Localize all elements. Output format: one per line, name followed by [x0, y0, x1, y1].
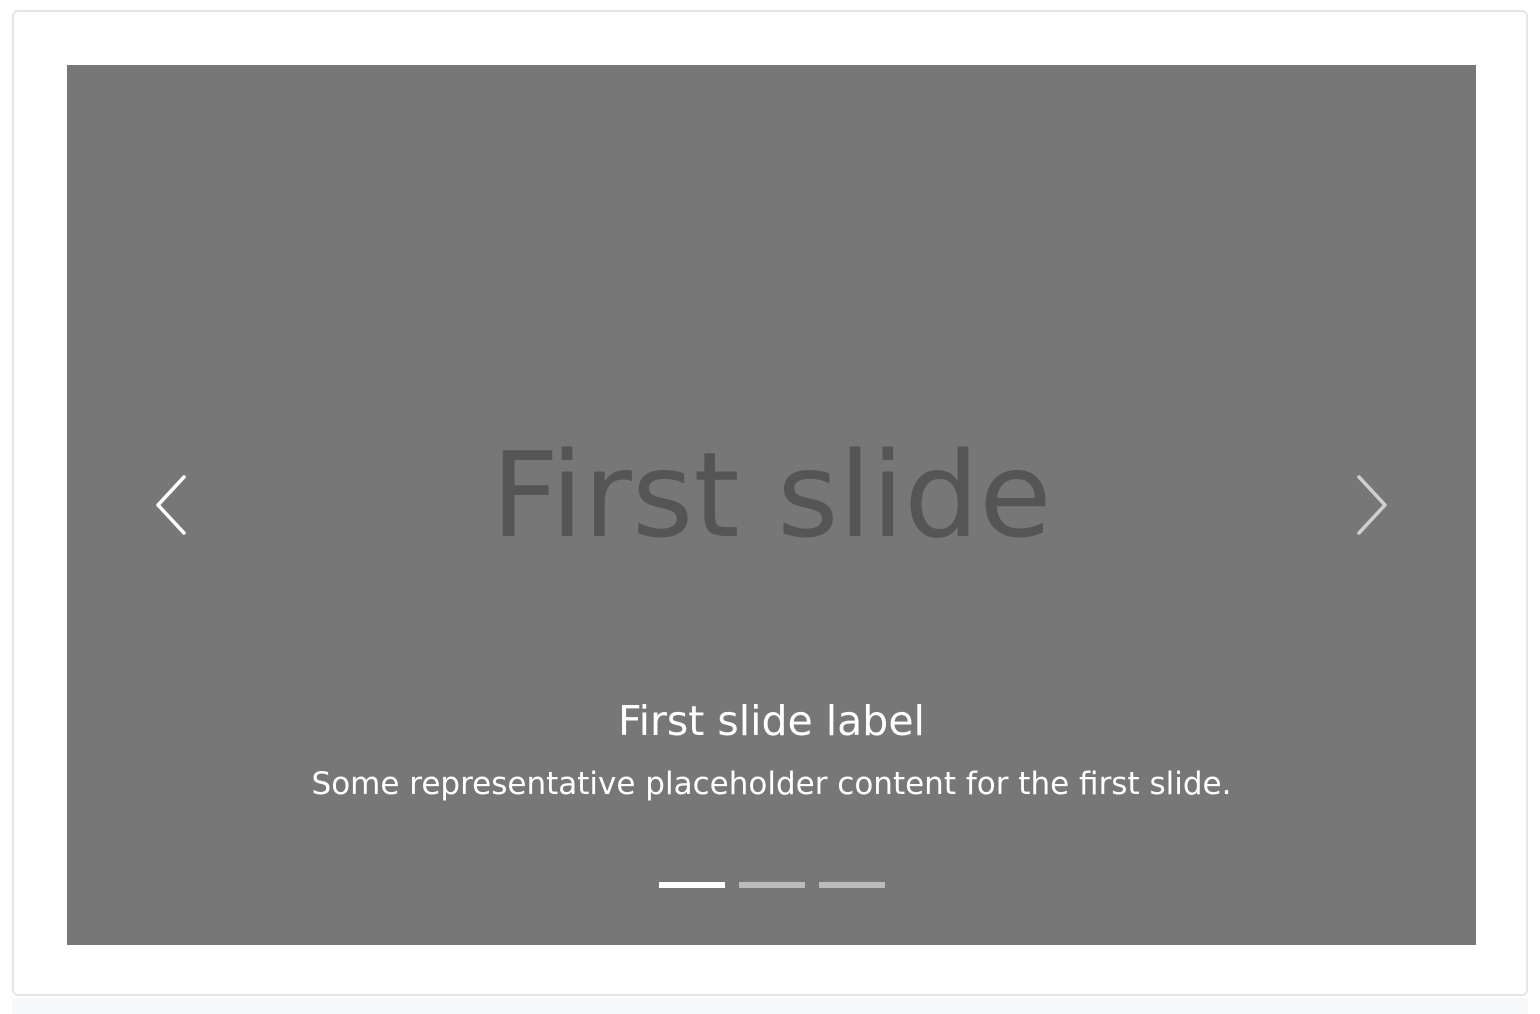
- chevron-right-icon: [1353, 473, 1389, 537]
- caption-text: Some representative placeholder content …: [311, 766, 1232, 803]
- chevron-left-icon: [154, 473, 190, 537]
- indicator-slide-3[interactable]: [818, 882, 885, 888]
- caption-title: First slide label: [618, 697, 925, 745]
- code-block-strip: [12, 998, 1528, 1014]
- indicator-slide-2[interactable]: [738, 882, 805, 888]
- slide-caption: First slide label Some representative pl…: [67, 697, 1476, 804]
- carousel-prev-button[interactable]: [67, 65, 277, 945]
- carousel-indicators: [67, 882, 1476, 888]
- carousel: First slide First slide label Some repre…: [67, 65, 1476, 945]
- indicator-slide-1[interactable]: [658, 882, 725, 888]
- carousel-next-button[interactable]: [1266, 65, 1476, 945]
- slide-placeholder-text: First slide: [491, 426, 1052, 564]
